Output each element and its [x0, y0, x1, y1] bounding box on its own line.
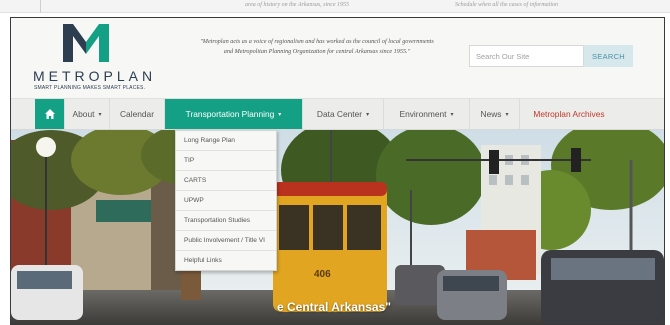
nav-calendar[interactable]: Calendar [110, 99, 165, 129]
chevron-down-icon: ▾ [98, 111, 102, 118]
brand-tagline: SMART PLANNING MAKES SMART PLACES. [34, 85, 146, 91]
brand-name: METROPLAN [33, 68, 157, 84]
home-icon [44, 109, 55, 119]
chevron-down-icon: ▾ [366, 111, 370, 118]
menu-item-long-range-plan[interactable]: Long Range Plan [176, 131, 276, 151]
nav-transportation-planning[interactable]: Transportation Planning ▾ [165, 99, 303, 129]
menu-item-transportation-studies[interactable]: Transportation Studies [176, 211, 276, 231]
nav-data-center[interactable]: Data Center ▾ [303, 99, 384, 129]
nav-about[interactable]: About ▾ [65, 99, 110, 129]
chevron-down-icon: ▾ [505, 111, 509, 118]
nav-news[interactable]: News ▾ [470, 99, 520, 129]
search-input[interactable] [469, 45, 584, 67]
nav-metroplan-archives[interactable]: Metroplan Archives [520, 99, 618, 129]
nav-label: Environment [399, 109, 447, 119]
site-search: SEARCH [469, 45, 633, 67]
nav-home[interactable] [35, 99, 65, 129]
browser-page: METROPLAN SMART PLANNING MAKES SMART PLA… [10, 17, 665, 325]
nav-label: News [480, 109, 502, 119]
hero-caption: e Central Arkansas" [277, 300, 391, 314]
menu-item-public-involvement[interactable]: Public Involvement / Title VI [176, 231, 276, 251]
hero-photo: 406 [11, 130, 664, 324]
nav-environment[interactable]: Environment ▾ [384, 99, 470, 129]
hero-banner: 406 e Central Arkansas" [11, 130, 664, 324]
menu-item-upwp[interactable]: UPWP [176, 191, 276, 211]
main-nav: About ▾ Calendar Transportation Planning ▾… [11, 98, 664, 130]
chevron-down-icon: ▾ [278, 111, 282, 118]
metroplan-m-logo-icon [63, 24, 109, 62]
menu-item-helpful-links[interactable]: Helpful Links [176, 251, 276, 270]
mission-quote: "Metroplan acts as a voice of regionalis… [200, 38, 434, 55]
nav-label: Data Center [316, 109, 363, 119]
top-strip-text: area of history on the Arkansas, since 1… [245, 2, 349, 8]
chevron-down-icon: ▾ [450, 111, 454, 118]
site-header: METROPLAN SMART PLANNING MAKES SMART PLA… [11, 18, 664, 98]
nav-label: Calendar [120, 109, 154, 119]
search-button[interactable]: SEARCH [584, 45, 633, 67]
nav-label: About [72, 109, 95, 119]
top-strip: area of history on the Arkansas, since 1… [0, 0, 670, 13]
streetcar-number: 406 [314, 269, 331, 280]
menu-item-carts[interactable]: CARTS [176, 171, 276, 191]
nav-label: Metroplan Archives [533, 109, 605, 119]
divider [40, 0, 41, 13]
metroplan-logo[interactable]: METROPLAN SMART PLANNING MAKES SMART PLA… [33, 24, 152, 96]
transportation-planning-menu: Long Range Plan TIP CARTS UPWP Transport… [175, 130, 277, 271]
top-strip-text: Schedule when all the cases of informati… [455, 2, 558, 8]
menu-item-tip[interactable]: TIP [176, 151, 276, 171]
nav-label: Transportation Planning [185, 109, 275, 119]
